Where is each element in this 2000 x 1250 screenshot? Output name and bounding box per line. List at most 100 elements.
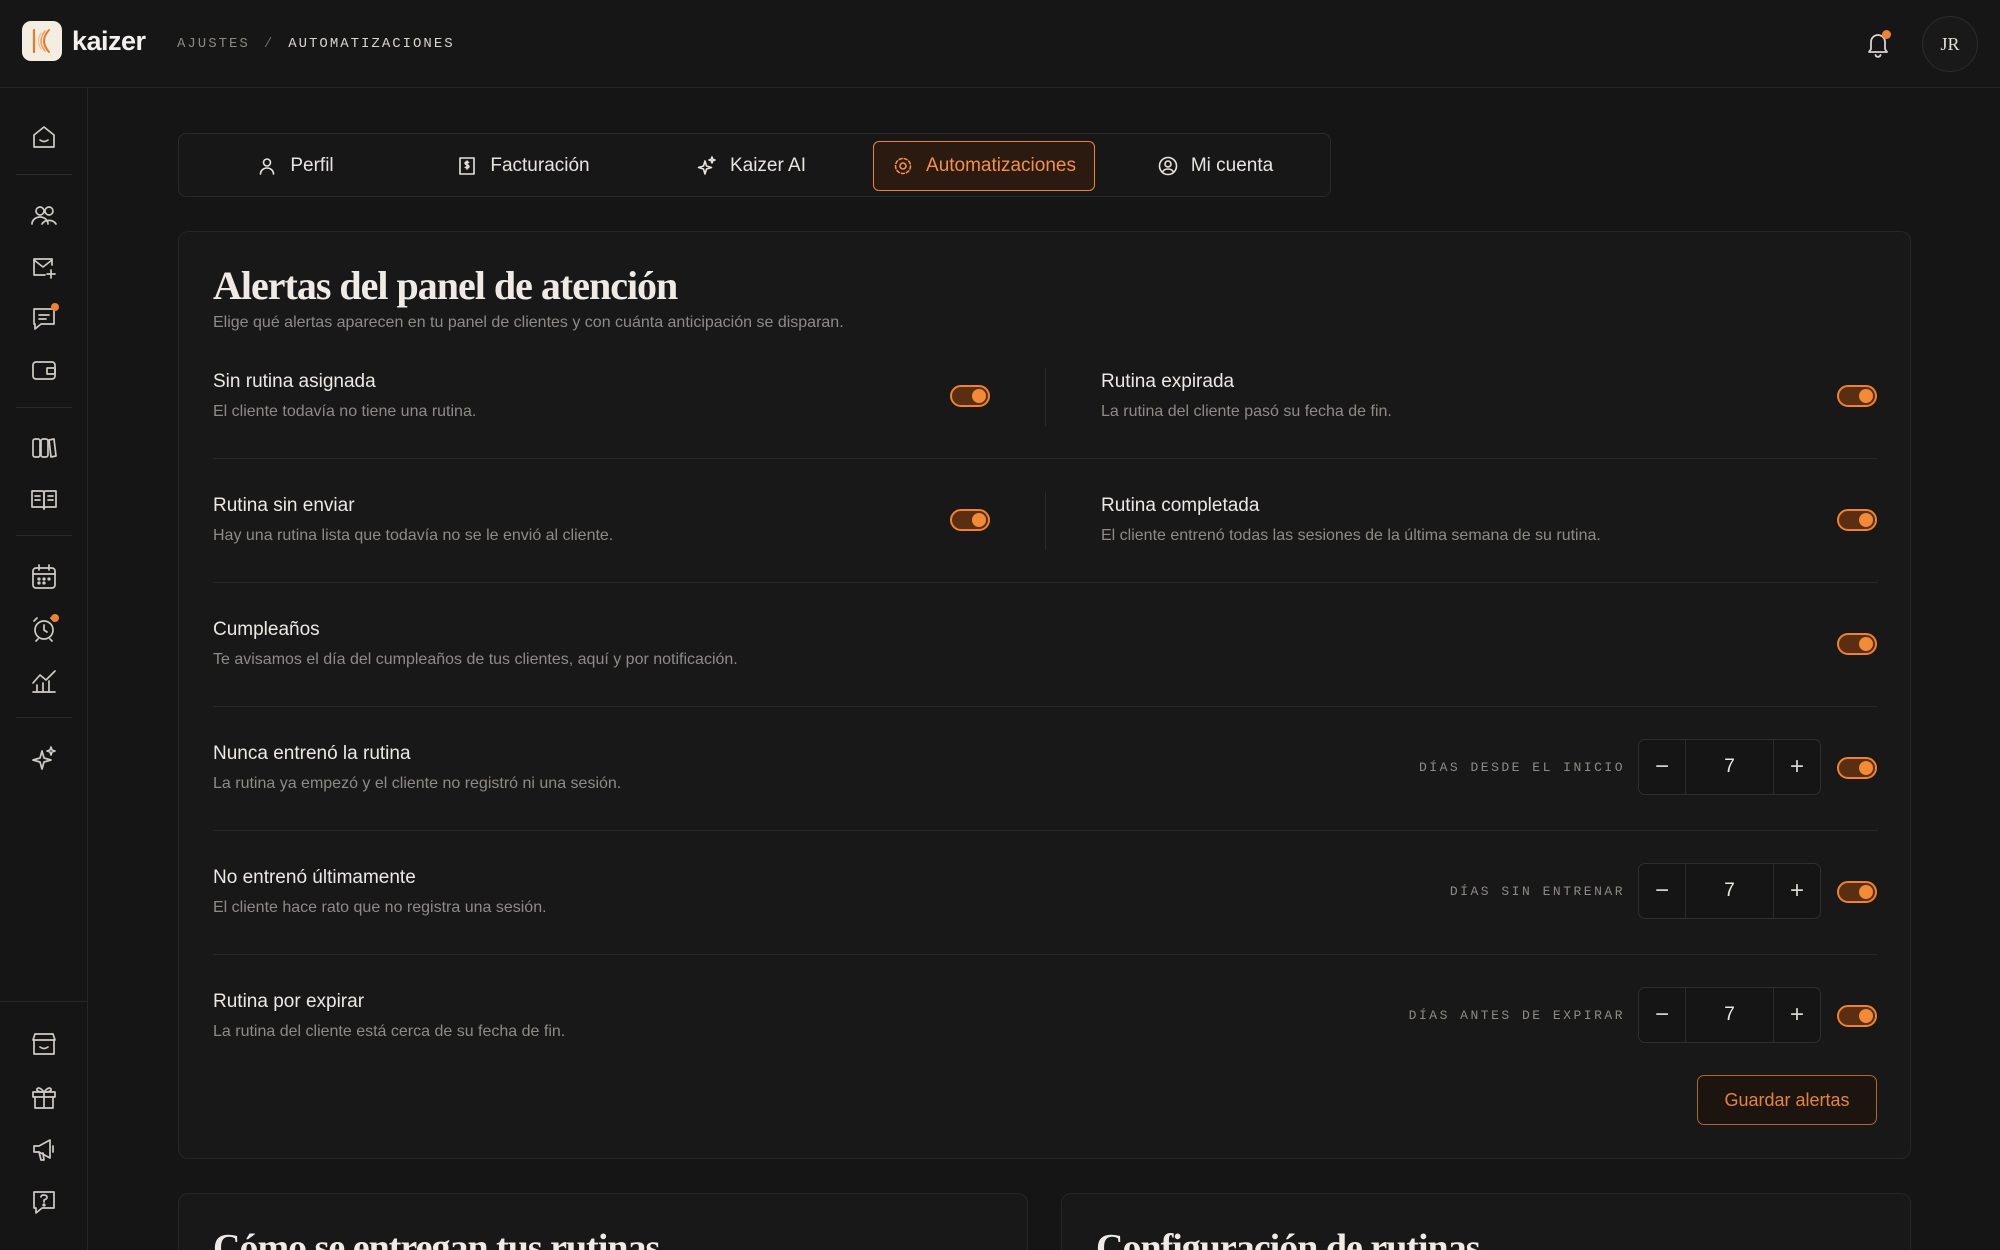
toggle-no-routine[interactable] — [950, 385, 990, 407]
avatar[interactable]: JR — [1922, 16, 1978, 72]
plus-icon: + — [1789, 877, 1804, 904]
routine-settings-card: Configuración de rutinas — [1061, 1193, 1911, 1250]
increment-button[interactable]: + — [1774, 988, 1820, 1042]
alert-title: Rutina sin enviar — [213, 495, 355, 516]
toggle-birthday[interactable] — [1837, 633, 1877, 655]
sidebar-item-reminders[interactable] — [28, 613, 60, 645]
sidebar-item-invites[interactable] — [28, 251, 60, 283]
days-stepper-not-trained-recently: − 7 + — [1638, 863, 1821, 919]
tab-billing[interactable]: Facturación — [415, 141, 631, 191]
breadcrumb-current: AUTOMATIZACIONES — [288, 36, 455, 52]
decrement-button[interactable]: − — [1639, 988, 1685, 1042]
sidebar-item-calendar[interactable] — [28, 561, 60, 593]
toggle-knob — [972, 389, 986, 403]
toggle-never-trained[interactable] — [1837, 757, 1877, 779]
user-circle-icon — [1158, 156, 1178, 176]
tab-kaizer-ai[interactable]: Kaizer AI — [643, 141, 859, 191]
days-stepper-never-trained: − 7 + — [1638, 739, 1821, 795]
sidebar-item-messages[interactable] — [28, 302, 60, 334]
alert-description: El cliente todavía no tiene una rutina. — [213, 403, 477, 420]
sidebar-item-rewards[interactable] — [28, 1081, 60, 1113]
toggle-routine-expired[interactable] — [1837, 385, 1877, 407]
sidebar-item-news[interactable] — [28, 1133, 60, 1165]
tab-my-account[interactable]: Mi cuenta — [1107, 141, 1323, 191]
wallet-icon — [32, 361, 56, 380]
tab-label: Perfil — [290, 155, 334, 176]
toggle-knob — [1859, 637, 1873, 651]
decrement-button[interactable]: − — [1639, 740, 1685, 794]
toggle-knob — [1859, 885, 1873, 899]
minus-icon: − — [1654, 1001, 1669, 1028]
breadcrumb-parent[interactable]: AJUSTES — [177, 36, 250, 52]
sidebar-item-home[interactable] — [28, 121, 60, 153]
sidebar-divider — [16, 407, 72, 408]
alert-title: Cumpleaños — [213, 619, 320, 640]
sidebar-divider — [16, 174, 72, 175]
logo[interactable]: kaizer — [22, 21, 146, 61]
save-alerts-button[interactable]: Guardar alertas — [1697, 1075, 1877, 1125]
increment-button[interactable]: + — [1774, 740, 1820, 794]
alert-description: Te avisamos el día del cumpleaños de tus… — [213, 651, 738, 668]
avatar-initials: JR — [1940, 33, 1960, 54]
logo-mark-icon — [22, 21, 62, 61]
increment-button[interactable]: + — [1774, 864, 1820, 918]
sidebar-divider — [16, 717, 72, 718]
sidebar-item-store[interactable] — [28, 1028, 60, 1060]
sidebar-item-help[interactable] — [28, 1186, 60, 1218]
sidebar-item-library[interactable] — [28, 431, 60, 463]
alert-title: Rutina expirada — [1101, 371, 1235, 392]
tab-automations[interactable]: Automatizaciones — [873, 141, 1095, 191]
stepper-value[interactable]: 7 — [1685, 864, 1774, 918]
settings-tabs: Perfil Facturación Kaizer AI Automatizac… — [178, 133, 1331, 197]
users-icon — [31, 206, 57, 225]
notifications-button[interactable] — [1862, 28, 1894, 60]
row-divider — [213, 830, 1878, 831]
alert-title: Rutina completada — [1101, 495, 1260, 516]
alert-title: No entrenó últimamente — [213, 867, 416, 888]
toggle-routine-expiring[interactable] — [1837, 1005, 1877, 1027]
mail-add-icon — [33, 258, 56, 279]
alert-title: Sin rutina asignada — [213, 371, 376, 392]
toggle-routine-not-sent[interactable] — [950, 509, 990, 531]
gear-icon — [894, 157, 912, 175]
alerts-title: Alertas del panel de atención — [213, 263, 678, 308]
sidebar-item-stats[interactable] — [28, 665, 60, 697]
stepper-value[interactable]: 7 — [1685, 988, 1774, 1042]
plus-icon: + — [1789, 1001, 1804, 1028]
sidebar-item-payments[interactable] — [28, 354, 60, 386]
decrement-button[interactable]: − — [1639, 864, 1685, 918]
reminders-badge — [51, 614, 59, 622]
alert-description: La rutina del cliente está cerca de su f… — [213, 1023, 566, 1040]
tab-label: Mi cuenta — [1190, 155, 1274, 176]
stepper-value[interactable]: 7 — [1685, 740, 1774, 794]
tab-profile[interactable]: Perfil — [187, 141, 403, 191]
calendar-icon — [32, 564, 56, 589]
toggle-knob — [1859, 513, 1873, 527]
toggle-routine-completed[interactable] — [1837, 509, 1877, 531]
toggle-knob — [1859, 761, 1873, 775]
sidebar-item-clients[interactable] — [28, 199, 60, 231]
alert-title: Rutina por expirar — [213, 991, 365, 1012]
row-divider — [213, 458, 1878, 459]
sparkle-icon — [697, 156, 716, 175]
home-icon — [33, 126, 55, 148]
chart-icon — [32, 670, 56, 693]
alert-description: Hay una rutina lista que todavía no se l… — [213, 527, 614, 544]
sidebar-item-ai[interactable] — [28, 743, 60, 775]
book-open-icon — [31, 490, 57, 510]
breadcrumb: AJUSTES / AUTOMATIZACIONES — [177, 36, 455, 52]
help-icon — [33, 1191, 55, 1214]
alert-description: La rutina ya empezó y el cliente no regi… — [213, 775, 622, 792]
receipt-icon — [459, 157, 476, 175]
plus-icon: + — [1789, 753, 1804, 780]
alert-title: Nunca entrenó la rutina — [213, 743, 411, 764]
toggle-not-trained-recently[interactable] — [1837, 881, 1877, 903]
alert-description: La rutina del cliente pasó su fecha de f… — [1101, 403, 1392, 420]
stepper-label: DÍAS ANTES DE EXPIRAR — [1408, 1008, 1625, 1023]
sidebar-divider — [16, 535, 72, 536]
sparkle-icon — [32, 746, 56, 770]
alert-description: El cliente hace rato que no registra una… — [213, 899, 547, 916]
stepper-label: DÍAS DESDE EL INICIO — [1418, 760, 1625, 775]
minus-icon: − — [1654, 877, 1669, 904]
sidebar-item-guides[interactable] — [28, 483, 60, 515]
